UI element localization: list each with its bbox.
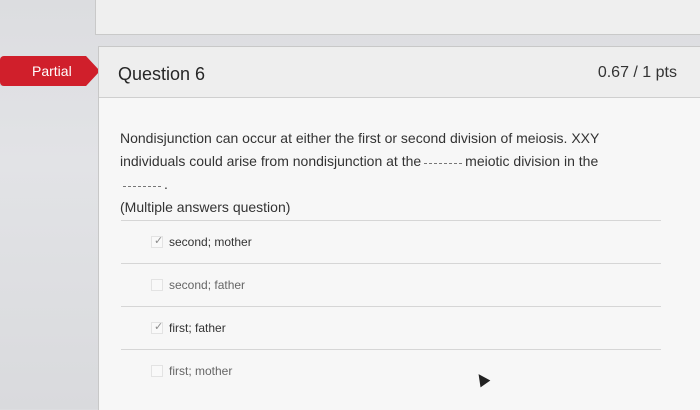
answer-checkbox[interactable]	[151, 279, 163, 291]
check-icon: ✓	[154, 235, 164, 247]
question-text-line-3: (Multiple answers question)	[120, 199, 291, 215]
question-title: Question 6	[118, 64, 206, 84]
answer-checkbox[interactable]	[151, 365, 163, 377]
option-divider	[121, 306, 661, 307]
fill-blank-2	[123, 185, 161, 187]
option-divider	[121, 349, 661, 350]
answer-option[interactable]: ✓ first; father	[151, 318, 226, 338]
badge-label: Partial	[32, 63, 72, 79]
answer-option[interactable]: ✓ second; mother	[151, 232, 252, 252]
answer-label: first; mother	[169, 364, 233, 378]
question-card: Question 6 0.67 / 1 pts Nondisjunction c…	[98, 46, 700, 410]
answer-checkbox[interactable]: ✓	[151, 321, 164, 334]
partial-score-badge: Partial	[0, 56, 100, 86]
answer-checkbox[interactable]: ✓	[151, 235, 164, 248]
answer-label: first; father	[169, 321, 226, 335]
question-header: Question 6 0.67 / 1 pts	[99, 47, 700, 98]
question-text-line-2: individuals could arise from nondisjunct…	[120, 150, 620, 196]
question-text-part-b: meiotic division in the	[465, 153, 599, 169]
question-text-part-a: individuals could arise from nondisjunct…	[120, 153, 422, 169]
fill-blank-1	[424, 162, 463, 164]
answer-label: second; mother	[169, 235, 252, 249]
question-text-end: .	[164, 176, 168, 192]
answer-option[interactable]: first; mother	[151, 361, 232, 381]
previous-question-panel	[95, 0, 700, 35]
answer-label: second; father	[169, 278, 246, 292]
check-icon: ✓	[154, 321, 164, 333]
question-score: 0.67 / 1 pts	[597, 64, 677, 81]
answer-option[interactable]: second; father	[151, 275, 245, 295]
option-divider	[121, 263, 661, 264]
question-text-line-1: Nondisjunction can occur at either the f…	[120, 130, 600, 146]
answers-divider	[121, 220, 661, 221]
question-text: Nondisjunction can occur at either the f…	[120, 127, 620, 219]
